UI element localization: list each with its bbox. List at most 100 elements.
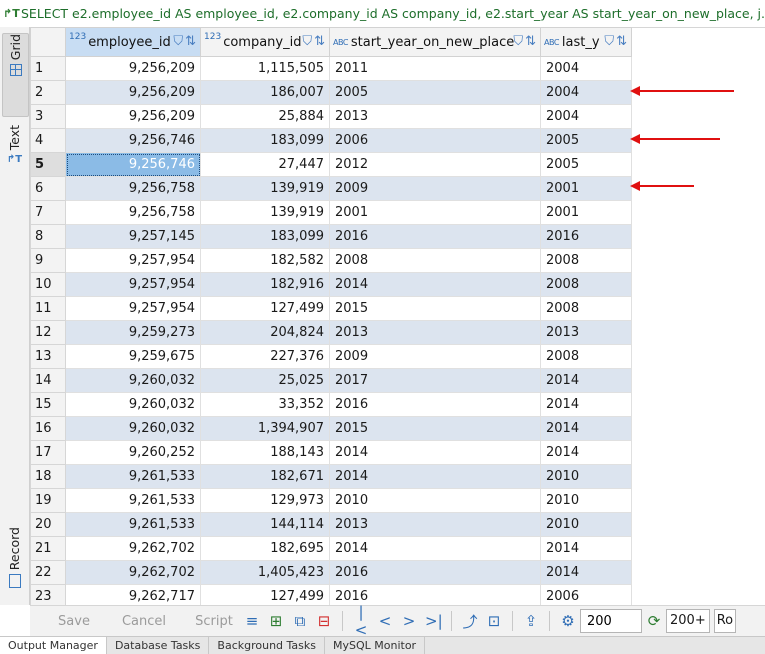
cell-start-year[interactable]: 2001	[329, 200, 541, 225]
delete-row-icon[interactable]: ⊟	[316, 612, 332, 630]
row-number[interactable]: 17	[30, 440, 66, 465]
table-row[interactable]: 9 9,257,954 182,582 2008 2008	[30, 248, 633, 273]
cell-employee-id[interactable]: 9,256,746	[65, 152, 201, 177]
table-row[interactable]: 8 9,257,145 183,099 2016 2016	[30, 224, 633, 249]
column-controls[interactable]: ⛉ ⇅	[604, 34, 627, 49]
row-number[interactable]: 12	[30, 320, 66, 345]
edit-row-icon[interactable]: ≡	[244, 612, 260, 630]
cell-start-year[interactable]: 2006	[329, 128, 541, 153]
cell-last-y[interactable]: 2010	[540, 512, 632, 537]
tab-record[interactable]: Record	[2, 527, 27, 601]
cell-employee-id[interactable]: 9,260,252	[65, 440, 201, 465]
cell-company-id[interactable]: 182,695	[200, 536, 330, 561]
table-row[interactable]: 2 9,256,209 186,007 2005 2004	[30, 80, 633, 105]
row-number[interactable]: 2	[30, 80, 66, 105]
tab-grid[interactable]: Grid	[2, 33, 29, 117]
row-number[interactable]: 7	[30, 200, 66, 225]
table-row[interactable]: 12 9,259,273 204,824 2013 2013	[30, 320, 633, 345]
column-controls[interactable]: ⛉ ⇅	[513, 34, 536, 49]
previous-page-icon[interactable]: <	[377, 612, 393, 630]
cell-employee-id[interactable]: 9,262,702	[65, 536, 201, 561]
cell-last-y[interactable]: 2013	[540, 320, 632, 345]
cell-start-year[interactable]: 2013	[329, 104, 541, 129]
cell-start-year[interactable]: 2014	[329, 536, 541, 561]
row-count-button[interactable]: Ro	[713, 609, 737, 633]
cell-last-y[interactable]: 2014	[540, 416, 632, 441]
cell-start-year[interactable]: 2014	[329, 440, 541, 465]
cell-start-year[interactable]: 2014	[329, 272, 541, 297]
cell-employee-id[interactable]: 9,256,209	[65, 104, 201, 129]
cell-start-year[interactable]: 2011	[329, 56, 541, 81]
cell-last-y[interactable]: 2005	[540, 128, 632, 153]
cell-employee-id[interactable]: 9,261,533	[65, 512, 201, 537]
cell-employee-id[interactable]: 9,257,954	[65, 272, 201, 297]
row-number[interactable]: 8	[30, 224, 66, 249]
query-bar[interactable]: ↱T SELECT e2.employee_id AS employee_id,…	[0, 0, 765, 28]
cell-start-year[interactable]: 2013	[329, 320, 541, 345]
cell-company-id[interactable]: 182,582	[200, 248, 330, 273]
cell-employee-id[interactable]: 9,257,954	[65, 248, 201, 273]
cell-last-y[interactable]: 2014	[540, 392, 632, 417]
refresh-icon[interactable]: ⟳	[646, 612, 662, 630]
cell-start-year[interactable]: 2016	[329, 560, 541, 585]
row-number[interactable]: 18	[30, 464, 66, 489]
table-row[interactable]: 4 9,256,746 183,099 2006 2005	[30, 128, 633, 153]
cell-last-y[interactable]: 2014	[540, 560, 632, 585]
cell-start-year[interactable]: 2010	[329, 488, 541, 513]
cell-start-year[interactable]: 2015	[329, 296, 541, 321]
cell-start-year[interactable]: 2013	[329, 512, 541, 537]
cell-company-id[interactable]: 183,099	[200, 128, 330, 153]
cell-company-id[interactable]: 204,824	[200, 320, 330, 345]
cell-last-y[interactable]: 2010	[540, 464, 632, 489]
add-row-icon[interactable]: ⊞	[268, 612, 284, 630]
row-number[interactable]: 13	[30, 344, 66, 369]
cell-company-id[interactable]: 127,499	[200, 584, 330, 605]
column-controls[interactable]: ⛉ ⇅	[173, 34, 196, 49]
row-number[interactable]: 1	[30, 56, 66, 81]
row-number-header[interactable]	[30, 27, 66, 57]
cell-company-id[interactable]: 188,143	[200, 440, 330, 465]
bottom-tab[interactable]: Background Tasks	[209, 637, 325, 654]
table-row[interactable]: 21 9,262,702 182,695 2014 2014	[30, 536, 633, 561]
cell-employee-id[interactable]: 9,261,533	[65, 488, 201, 513]
cell-company-id[interactable]: 27,447	[200, 152, 330, 177]
cell-employee-id[interactable]: 9,260,032	[65, 368, 201, 393]
sort-icon[interactable]: ⇅	[616, 34, 627, 49]
table-row[interactable]: 22 9,262,702 1,405,423 2016 2014	[30, 560, 633, 585]
cell-company-id[interactable]: 1,115,505	[200, 56, 330, 81]
cancel-button[interactable]: Cancel	[118, 614, 170, 629]
sort-icon[interactable]: ⇅	[314, 34, 325, 49]
column-header-start-year[interactable]: ABC start_year_on_new_place ⛉ ⇅	[329, 27, 541, 57]
cell-employee-id[interactable]: 9,256,758	[65, 176, 201, 201]
cell-company-id[interactable]: 182,916	[200, 272, 330, 297]
cell-start-year[interactable]: 2005	[329, 80, 541, 105]
cell-last-y[interactable]: 2008	[540, 344, 632, 369]
save-button[interactable]: Save	[48, 614, 100, 629]
tab-text[interactable]: Text ↱T	[2, 125, 27, 197]
cell-employee-id[interactable]: 9,257,954	[65, 296, 201, 321]
table-row[interactable]: 17 9,260,252 188,143 2014 2014	[30, 440, 633, 465]
cell-employee-id[interactable]: 9,256,758	[65, 200, 201, 225]
fetch-size-input[interactable]	[580, 609, 642, 633]
table-row[interactable]: 1 9,256,209 1,115,505 2011 2004	[30, 56, 633, 81]
cell-employee-id[interactable]: 9,260,032	[65, 392, 201, 417]
cell-employee-id[interactable]: 9,256,209	[65, 56, 201, 81]
table-row[interactable]: 3 9,256,209 25,884 2013 2004	[30, 104, 633, 129]
cell-start-year[interactable]: 2016	[329, 224, 541, 249]
cell-employee-id[interactable]: 9,259,675	[65, 344, 201, 369]
cell-start-year[interactable]: 2014	[329, 464, 541, 489]
row-number[interactable]: 19	[30, 488, 66, 513]
table-row[interactable]: 5 9,256,746 27,447 2012 2005	[30, 152, 633, 177]
cell-employee-id[interactable]: 9,260,032	[65, 416, 201, 441]
cell-last-y[interactable]: 2008	[540, 296, 632, 321]
cell-employee-id[interactable]: 9,262,702	[65, 560, 201, 585]
cell-employee-id[interactable]: 9,261,533	[65, 464, 201, 489]
row-number[interactable]: 15	[30, 392, 66, 417]
row-number[interactable]: 21	[30, 536, 66, 561]
table-row[interactable]: 11 9,257,954 127,499 2015 2008	[30, 296, 633, 321]
table-row[interactable]: 18 9,261,533 182,671 2014 2010	[30, 464, 633, 489]
filter-icon[interactable]: ⛉	[173, 34, 183, 49]
cell-last-y[interactable]: 2010	[540, 488, 632, 513]
cell-company-id[interactable]: 144,114	[200, 512, 330, 537]
cell-company-id[interactable]: 1,394,907	[200, 416, 330, 441]
